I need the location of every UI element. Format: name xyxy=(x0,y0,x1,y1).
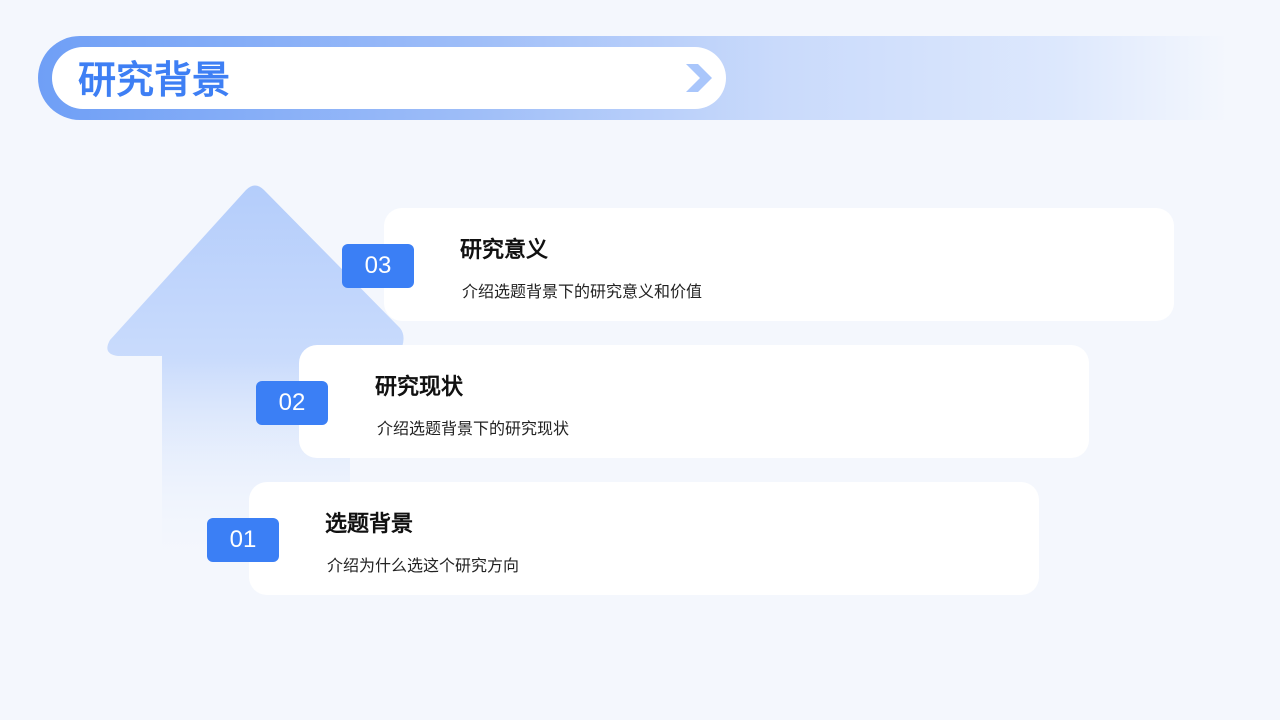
card-description: 介绍为什么选这个研究方向 xyxy=(327,556,520,575)
card-description: 介绍选题背景下的研究意义和价值 xyxy=(462,282,703,301)
card-description: 介绍选题背景下的研究现状 xyxy=(377,419,570,438)
card-title: 研究现状 xyxy=(375,375,464,400)
chevron-right-icon xyxy=(686,64,712,92)
card-title: 选题背景 xyxy=(325,512,414,537)
step-badge-01: 01 xyxy=(207,518,279,562)
page-title: 研究背景 xyxy=(78,58,231,102)
card-title: 研究意义 xyxy=(460,238,549,263)
step-badge-03: 03 xyxy=(342,244,414,288)
step-badge-02: 02 xyxy=(256,381,328,425)
